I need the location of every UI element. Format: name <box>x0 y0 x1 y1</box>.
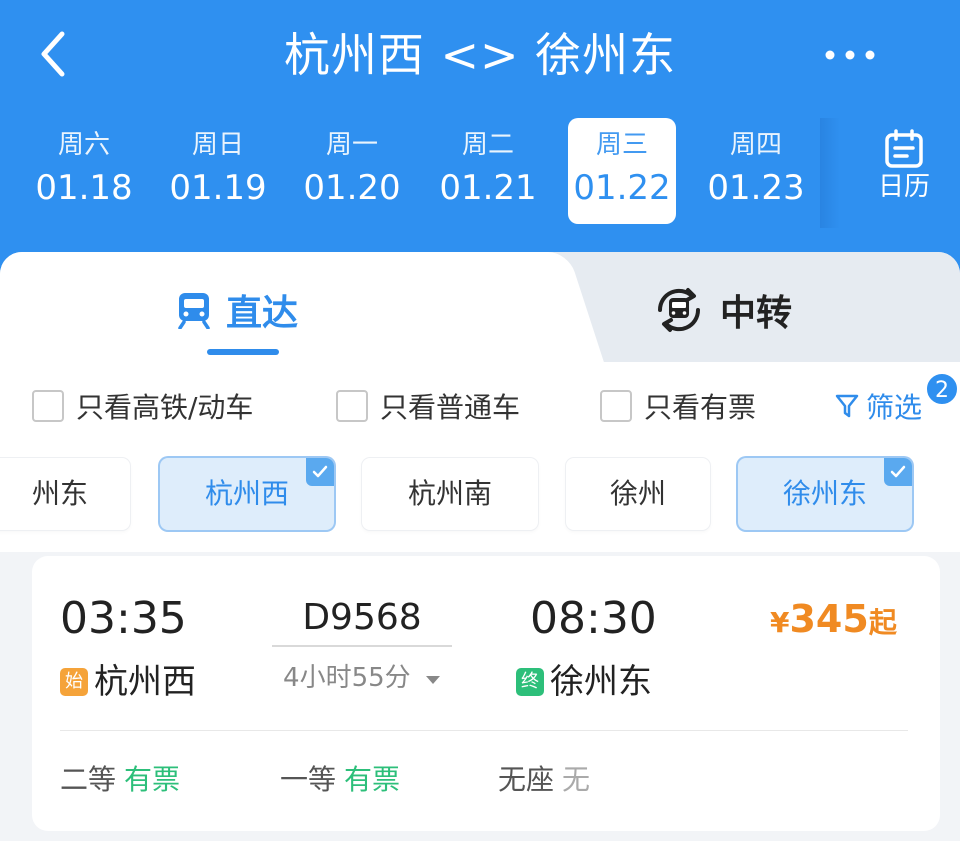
date-value: 01.23 <box>707 168 805 208</box>
tab-transfer[interactable]: 中转 <box>652 280 792 340</box>
station-chip-partial[interactable]: 州东 <box>0 458 130 530</box>
price-value: 345 <box>789 597 869 641</box>
arrival-time: 08:30 <box>530 593 657 644</box>
train-icon <box>178 293 210 329</box>
filter-button-label: 筛选 <box>866 391 923 424</box>
duration-text: 4小时55分 <box>283 663 411 693</box>
checkbox-label: 只看普通车 <box>380 391 521 424</box>
calendar-button[interactable]: 日历 <box>862 128 946 218</box>
date-weekday: 周六 <box>57 130 110 160</box>
funnel-icon <box>835 394 859 418</box>
seat-first-class: 一等 有票 <box>280 760 400 800</box>
departure-station: 始 杭州西 <box>60 660 196 704</box>
results-panel: 直达 中转 只看高铁/动车 只看普通车 只看有票 筛选 2 州东 杭州西 杭州南… <box>0 252 960 841</box>
date-weekday: 周三 <box>595 130 648 160</box>
seat-no-seat: 无座无 <box>498 760 590 800</box>
seat-status: 有票 <box>124 763 181 796</box>
date-value: 01.22 <box>573 168 671 208</box>
departure-time: 03:35 <box>60 593 187 644</box>
date-weekday: 周一 <box>325 130 378 160</box>
seat-class: 二等 <box>60 763 117 796</box>
station-chip-label: 杭州西 <box>204 477 289 510</box>
arrival-station-name: 徐州东 <box>550 662 652 702</box>
check-corner-icon <box>306 458 334 486</box>
date-item-0122-selected[interactable]: 周三 01.22 <box>568 118 676 224</box>
filter-count-badge: 2 <box>925 372 959 406</box>
date-value: 01.21 <box>439 168 537 208</box>
date-item-0121[interactable]: 周二 01.21 <box>434 118 542 224</box>
date-value: 01.20 <box>303 168 401 208</box>
tab-direct-label: 直达 <box>226 293 299 334</box>
date-item-0120[interactable]: 周一 01.20 <box>298 118 406 224</box>
train-card[interactable]: 03:35 D9568 4小时55分 08:30 ¥345起 始 杭州西 终 徐… <box>32 556 940 831</box>
more-dots-icon[interactable] <box>820 40 880 70</box>
date-weekday: 周二 <box>461 130 514 160</box>
checkbox-label: 只看有票 <box>644 391 757 424</box>
date-weekday: 周四 <box>729 130 782 160</box>
date-selector: 周六 01.18 周日 01.19 周一 01.20 周二 01.21 周三 0… <box>0 118 960 228</box>
station-chip-label: 徐州东 <box>782 477 867 510</box>
date-item-0118[interactable]: 周六 01.18 <box>30 118 138 224</box>
station-chip-xuzhoudong[interactable]: 徐州东 <box>738 458 912 530</box>
checkbox-box[interactable] <box>600 390 632 422</box>
checkbox-label: 只看高铁/动车 <box>76 391 254 424</box>
station-chip-hangzhounan[interactable]: 杭州南 <box>362 458 538 530</box>
transfer-train-icon <box>657 288 701 332</box>
filter-button[interactable]: 筛选 <box>834 386 922 426</box>
regular-only-checkbox[interactable]: 只看普通车 <box>336 386 520 426</box>
price-suffix: 起 <box>868 606 897 639</box>
price: ¥345起 <box>770 592 910 650</box>
price-currency: ¥ <box>770 606 790 639</box>
station-selector: 州东 杭州西 杭州南 徐州 徐州东 <box>0 442 960 552</box>
date-weekday: 周日 <box>191 130 244 160</box>
start-tag-icon: 始 <box>60 668 88 696</box>
filter-row: 只看高铁/动车 只看普通车 只看有票 筛选 <box>0 362 960 442</box>
seat-status: 无 <box>562 763 591 796</box>
high-speed-only-checkbox[interactable]: 只看高铁/动车 <box>32 386 253 426</box>
calendar-label: 日历 <box>877 172 930 202</box>
seat-status: 有票 <box>344 763 401 796</box>
seat-class: 无座 <box>498 763 555 796</box>
date-value: 01.19 <box>169 168 267 208</box>
train-number: D9568 <box>302 597 422 638</box>
seat-second-class: 二等 有票 <box>60 760 180 800</box>
tab-transfer-label: 中转 <box>720 293 793 334</box>
available-only-checkbox[interactable]: 只看有票 <box>600 386 756 426</box>
arrival-station: 终 徐州东 <box>516 660 652 704</box>
tab-direct[interactable]: 直达 <box>176 280 298 340</box>
departure-station-name: 杭州西 <box>94 662 196 702</box>
date-item-0123[interactable]: 周四 01.23 <box>702 118 810 224</box>
checkbox-box[interactable] <box>336 390 368 422</box>
date-item-0119[interactable]: 周日 01.19 <box>164 118 272 224</box>
tab-active-indicator <box>207 349 279 355</box>
date-value: 01.18 <box>35 168 133 208</box>
seat-class: 一等 <box>280 763 337 796</box>
duration-toggle[interactable]: 4小时55分 <box>272 660 452 696</box>
station-chip-hangzhouxi[interactable]: 杭州西 <box>160 458 334 530</box>
check-corner-icon <box>884 458 912 486</box>
caret-down-icon <box>425 676 440 684</box>
checkbox-box[interactable] <box>32 390 64 422</box>
station-chip-xuzhou[interactable]: 徐州 <box>566 458 710 530</box>
calendar-icon <box>885 129 923 168</box>
end-tag-icon: 终 <box>516 668 544 696</box>
route-line <box>272 645 452 647</box>
header-bar: 杭州西 <> 徐州东 周六 01.18 周日 01.19 周一 01.20 周二… <box>0 0 960 290</box>
card-divider <box>60 730 908 731</box>
route-title: 杭州西 <> 徐州东 <box>283 28 677 82</box>
